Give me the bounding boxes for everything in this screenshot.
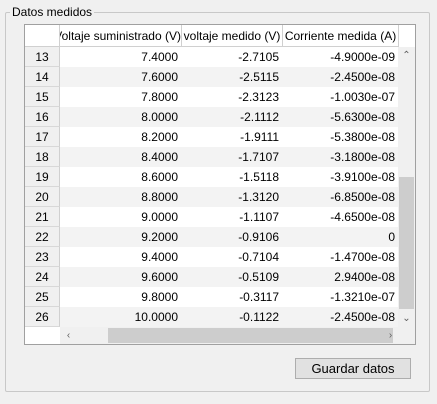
column-header-measured-voltage[interactable]: voltaje medido (V) (182, 25, 283, 47)
cell-measured-voltage[interactable]: -0.5109 (182, 267, 283, 287)
cell-supplied-voltage[interactable]: 7.6000 (60, 67, 182, 87)
cell-measured-current[interactable]: -2.4500e-08 (283, 67, 399, 87)
table-row[interactable]: 14 7.6000 -2.5115 -2.4500e-08 (25, 67, 399, 87)
table-row[interactable]: 23 9.4000 -0.7104 -1.4700e-08 (25, 247, 399, 267)
row-number[interactable]: 19 (25, 167, 60, 187)
row-number[interactable]: 18 (25, 147, 60, 167)
cell-supplied-voltage[interactable]: 10.0000 (60, 307, 182, 327)
cell-measured-current[interactable]: -4.6500e-08 (283, 207, 399, 227)
chevron-up-icon[interactable]: ⌃ (398, 47, 415, 64)
row-number[interactable]: 20 (25, 187, 60, 207)
row-number[interactable]: 24 (25, 267, 60, 287)
cell-measured-current[interactable]: -1.3210e-07 (283, 287, 399, 307)
cell-measured-voltage[interactable]: -2.1112 (182, 107, 283, 127)
table-corner (25, 25, 60, 47)
cell-supplied-voltage[interactable]: 9.2000 (60, 227, 182, 247)
cell-measured-voltage[interactable]: -1.9111 (182, 127, 283, 147)
column-header-supplied-voltage[interactable]: Voltaje suministrado (V) (60, 25, 182, 47)
row-number[interactable]: 13 (25, 47, 60, 67)
table-row[interactable]: 24 9.6000 -0.5109 2.9400e-08 (25, 267, 399, 287)
cell-measured-current[interactable]: -6.8500e-08 (283, 187, 399, 207)
cell-supplied-voltage[interactable]: 8.4000 (60, 147, 182, 167)
row-number[interactable]: 26 (25, 307, 60, 327)
cell-measured-voltage[interactable]: -1.1107 (182, 207, 283, 227)
save-data-button[interactable]: Guardar datos (295, 358, 411, 379)
table-row[interactable]: 21 9.0000 -1.1107 -4.6500e-08 (25, 207, 399, 227)
vertical-scrollbar[interactable]: ⌃ ⌄ (398, 47, 415, 327)
table-row[interactable]: 26 10.0000 -0.1122 -2.4500e-08 (25, 307, 399, 327)
row-number[interactable]: 25 (25, 287, 60, 307)
cell-measured-voltage[interactable]: -0.1122 (182, 307, 283, 327)
cell-supplied-voltage[interactable]: 7.8000 (60, 87, 182, 107)
cell-measured-voltage[interactable]: -0.7104 (182, 247, 283, 267)
table-body: 13 7.4000 -2.7105 -4.9000e-09 14 7.6000 -2.511… (25, 47, 399, 327)
cell-measured-voltage[interactable]: -1.7107 (182, 147, 283, 167)
table-row[interactable]: 22 9.2000 -0.9106 0 (25, 227, 399, 247)
row-number[interactable]: 15 (25, 87, 60, 107)
row-number[interactable]: 21 (25, 207, 60, 227)
cell-measured-voltage[interactable]: -2.7105 (182, 47, 283, 67)
table-row[interactable]: 19 8.6000 -1.5118 -3.9100e-08 (25, 167, 399, 187)
row-number[interactable]: 23 (25, 247, 60, 267)
cell-measured-voltage[interactable]: -2.3123 (182, 87, 283, 107)
cell-supplied-voltage[interactable]: 8.0000 (60, 107, 182, 127)
table-header: Voltaje suministrado (V) voltaje medido … (25, 25, 399, 47)
cell-supplied-voltage[interactable]: 9.8000 (60, 287, 182, 307)
cell-supplied-voltage[interactable]: 9.0000 (60, 207, 182, 227)
cell-measured-voltage[interactable]: -0.9106 (182, 227, 283, 247)
horizontal-scroll-thumb[interactable] (108, 328, 393, 343)
cell-measured-voltage[interactable]: -1.3120 (182, 187, 283, 207)
data-table[interactable]: Voltaje suministrado (V) voltaje medido … (24, 24, 416, 345)
table-row[interactable]: 18 8.4000 -1.7107 -3.1800e-08 (25, 147, 399, 167)
cell-supplied-voltage[interactable]: 9.6000 (60, 267, 182, 287)
table-row[interactable]: 17 8.2000 -1.9111 -5.3800e-08 (25, 127, 399, 147)
cell-supplied-voltage[interactable]: 8.8000 (60, 187, 182, 207)
cell-measured-voltage[interactable]: -2.5115 (182, 67, 283, 87)
cell-measured-current[interactable]: -2.4500e-08 (283, 307, 399, 327)
cell-measured-voltage[interactable]: -0.3117 (182, 287, 283, 307)
table-row[interactable]: 20 8.8000 -1.3120 -6.8500e-08 (25, 187, 399, 207)
cell-measured-current[interactable]: -5.3800e-08 (283, 127, 399, 147)
cell-measured-current[interactable]: 0 (283, 227, 399, 247)
cell-supplied-voltage[interactable]: 8.2000 (60, 127, 182, 147)
column-header-measured-current[interactable]: Corriente medida (A) (283, 25, 399, 47)
row-number[interactable]: 16 (25, 107, 60, 127)
cell-measured-current[interactable]: -1.0030e-07 (283, 87, 399, 107)
cell-measured-current[interactable]: -1.4700e-08 (283, 247, 399, 267)
table-row[interactable]: 15 7.8000 -2.3123 -1.0030e-07 (25, 87, 399, 107)
cell-supplied-voltage[interactable]: 9.4000 (60, 247, 182, 267)
table-row[interactable]: 13 7.4000 -2.7105 -4.9000e-09 (25, 47, 399, 67)
row-number[interactable]: 17 (25, 127, 60, 147)
cell-supplied-voltage[interactable]: 8.6000 (60, 167, 182, 187)
table-row[interactable]: 16 8.0000 -2.1112 -5.6300e-08 (25, 107, 399, 127)
chevron-left-icon[interactable]: ‹ (60, 327, 77, 344)
table-row[interactable]: 25 9.8000 -0.3117 -1.3210e-07 (25, 287, 399, 307)
row-number[interactable]: 22 (25, 227, 60, 247)
cell-measured-voltage[interactable]: -1.5118 (182, 167, 283, 187)
cell-measured-current[interactable]: -3.9100e-08 (283, 167, 399, 187)
group-title: Datos medidos (10, 5, 95, 19)
scroll-corner (398, 327, 415, 344)
chevron-down-icon[interactable]: ⌄ (398, 310, 415, 327)
vertical-scroll-thumb[interactable] (399, 177, 414, 309)
cell-supplied-voltage[interactable]: 7.4000 (60, 47, 182, 67)
cell-measured-current[interactable]: -4.9000e-09 (283, 47, 399, 67)
chevron-right-icon[interactable]: › (382, 327, 399, 344)
cell-measured-current[interactable]: -3.1800e-08 (283, 147, 399, 167)
cell-measured-current[interactable]: 2.9400e-08 (283, 267, 399, 287)
horizontal-scrollbar[interactable]: ‹ › (60, 327, 399, 344)
cell-measured-current[interactable]: -5.6300e-08 (283, 107, 399, 127)
row-number[interactable]: 14 (25, 67, 60, 87)
